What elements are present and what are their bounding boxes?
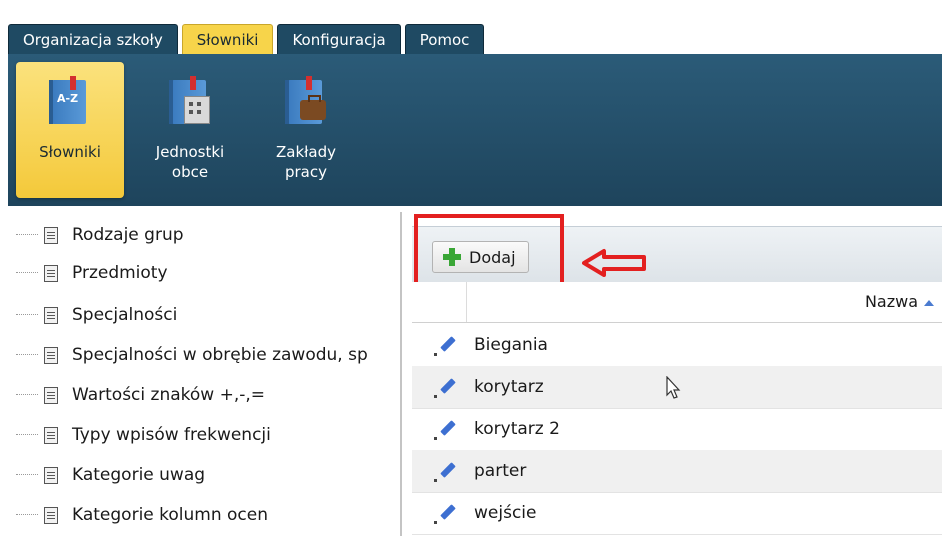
- tree-item-label: Rodzaje grup: [72, 225, 184, 245]
- tree-item-label: Specjalności w obrębie zawodu, sp: [72, 345, 368, 365]
- highlight-box: [414, 214, 564, 288]
- document-icon: [44, 386, 58, 404]
- tab-konfiguracja[interactable]: Konfiguracja: [277, 24, 401, 54]
- dictionary-tree: Rodzaje grup Przedmioty Specjalności Spe…: [8, 212, 402, 536]
- building-book-icon: [168, 76, 212, 128]
- grid-header: Nazwa: [412, 282, 942, 323]
- top-spacer: [0, 0, 942, 26]
- tree-item-kategorie-uwag[interactable]: Kategorie uwag: [8, 456, 400, 494]
- dictionary-grid: Dodaj Nazwa Biegania korytarz korytarz 2…: [412, 212, 942, 536]
- tree-item-label: Przedmioty: [72, 263, 168, 283]
- tree-item-label: Typy wpisów frekwencji: [72, 425, 271, 445]
- document-icon: [44, 466, 58, 484]
- tree-item-specjalnosci[interactable]: Specjalności: [8, 296, 400, 334]
- edit-pencil-icon[interactable]: [432, 415, 460, 443]
- tree-item-rodzaje-grup[interactable]: Rodzaje grup: [8, 216, 400, 254]
- ribbon-button-label-2: pracy: [284, 163, 327, 181]
- tree-item-specjalnosci-zawodu[interactable]: Specjalności w obrębie zawodu, sp: [8, 336, 400, 374]
- document-icon: [44, 346, 58, 364]
- tree-item-typy-wpisow[interactable]: Typy wpisów frekwencji: [8, 416, 400, 454]
- tree-item-przedmioty[interactable]: Przedmioty: [8, 254, 400, 292]
- row-value: wejście: [474, 503, 537, 523]
- menu-tabs: Organizacja szkoły Słowniki Konfiguracja…: [8, 24, 488, 54]
- edit-pencil-icon[interactable]: [432, 373, 460, 401]
- tree-item-label: Kategorie uwag: [72, 465, 206, 485]
- left-arrow-annotation-icon: [582, 249, 646, 277]
- tree-item-wartosci-znakow[interactable]: Wartości znaków +,-,=: [8, 376, 400, 414]
- row-value: Biegania: [474, 335, 548, 355]
- sort-ascending-icon: [924, 299, 934, 306]
- row-value: korytarz: [474, 377, 544, 397]
- tree-item-label: Wartości znaków +,-,=: [72, 385, 266, 405]
- edit-pencil-icon[interactable]: [432, 331, 460, 359]
- ribbon-button-jednostki-obce[interactable]: Jednostki obce: [136, 62, 244, 198]
- document-icon: [44, 506, 58, 524]
- table-row[interactable]: Biegania: [412, 324, 942, 367]
- ribbon-button-slowniki[interactable]: A-Z Słowniki: [16, 62, 124, 198]
- document-icon: [44, 306, 58, 324]
- selection-column-header: [412, 282, 467, 322]
- ribbon-button-label-2: obce: [171, 163, 209, 181]
- document-icon: [44, 426, 58, 444]
- ribbon-button-label: Zakłady: [275, 143, 336, 161]
- ribbon-button-zaklady-pracy[interactable]: Zakłady pracy: [252, 62, 360, 198]
- tree-item-label: Specjalności: [72, 305, 178, 325]
- document-icon: [44, 264, 58, 282]
- table-row[interactable]: parter: [412, 450, 942, 493]
- ribbon-button-label: Słowniki: [39, 143, 101, 161]
- briefcase-book-icon: [284, 76, 328, 128]
- row-value: korytarz 2: [474, 419, 560, 439]
- tab-slowniki[interactable]: Słowniki: [181, 24, 274, 54]
- table-row[interactable]: korytarz 2: [412, 408, 942, 451]
- column-header-nazwa[interactable]: Nazwa: [865, 292, 934, 311]
- tab-pomoc[interactable]: Pomoc: [404, 24, 485, 54]
- tree-item-label: Kategorie kolumn ocen: [72, 505, 269, 525]
- mouse-cursor-icon: [666, 376, 681, 399]
- column-header-label: Nazwa: [864, 292, 918, 311]
- tab-organizacja-szkoly[interactable]: Organizacja szkoły: [8, 24, 178, 54]
- dictionary-book-icon: A-Z: [48, 76, 92, 128]
- ribbon-button-label: Jednostki: [155, 143, 225, 161]
- row-value: parter: [474, 461, 527, 481]
- ribbon-toolbar: A-Z Słowniki Jednostki obce Zakłady prac…: [8, 54, 942, 206]
- table-row[interactable]: wejście: [412, 492, 942, 535]
- edit-pencil-icon[interactable]: [432, 499, 460, 527]
- tree-item-kategorie-kolumn[interactable]: Kategorie kolumn ocen: [8, 496, 400, 534]
- document-icon: [44, 226, 58, 244]
- edit-pencil-icon[interactable]: [432, 457, 460, 485]
